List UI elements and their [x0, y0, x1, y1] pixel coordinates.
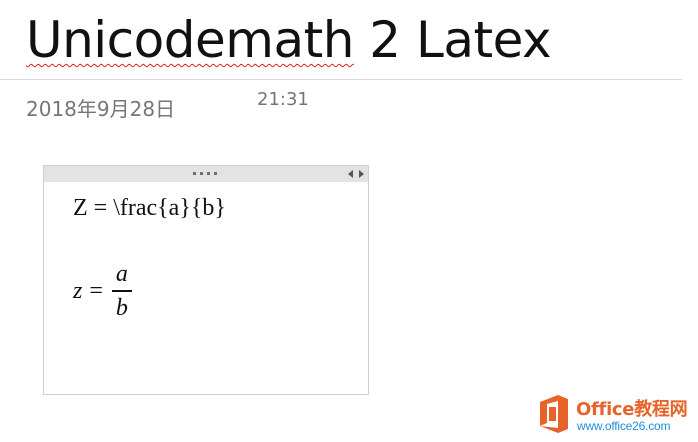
page-time: 21:31 — [257, 89, 309, 110]
fraction-denominator: b — [115, 294, 128, 321]
equation-lhs: z — [73, 277, 83, 304]
office-logo-icon — [540, 395, 568, 433]
fraction: a b — [111, 260, 132, 322]
fraction-numerator: a — [115, 261, 128, 288]
watermark-name: Office教程网 — [576, 399, 688, 420]
watermark: Office教程网 www.office26.com — [536, 393, 696, 437]
title-divider — [0, 79, 682, 80]
resize-arrows-icon[interactable] — [347, 169, 365, 179]
watermark-url: www.office26.com — [577, 419, 671, 433]
latex-equation-text[interactable]: Z = \frac{a}{b} — [73, 195, 226, 222]
note-container[interactable]: Z = \frac{a}{b} z = a b — [43, 165, 369, 395]
page-date: 2018年9月28日 — [26, 97, 176, 121]
container-handle-bar[interactable] — [44, 166, 368, 182]
equation-operator: = — [89, 277, 103, 304]
page-title-rest[interactable]: 2 Latex — [354, 11, 551, 69]
fraction-bar — [111, 290, 132, 292]
page-title[interactable]: Unicodemath 2 Latex — [26, 10, 552, 70]
page-title-misspelled-word[interactable]: Unicodemath — [26, 11, 354, 69]
drag-handle-icon[interactable] — [193, 172, 221, 176]
math-equation[interactable]: z = a b — [73, 257, 132, 325]
